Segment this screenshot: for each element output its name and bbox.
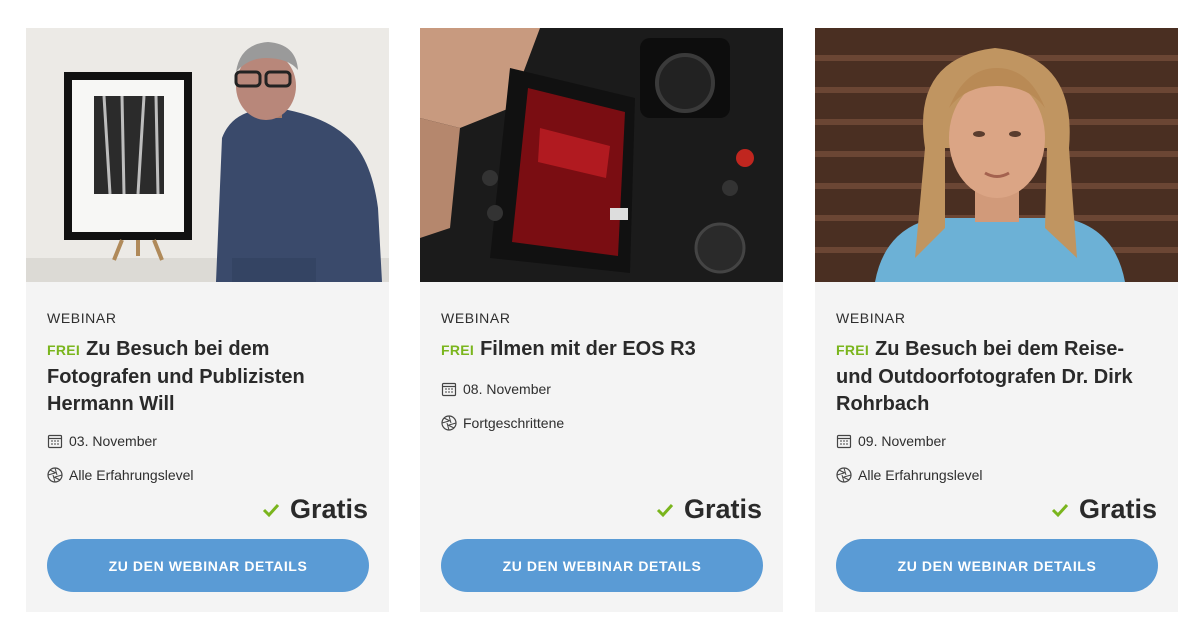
webinar-title-text: Zu Besuch bei dem Reise- und Outdoorfoto…: [836, 338, 1133, 415]
checkmark-icon: [262, 503, 280, 517]
webinar-details-button[interactable]: ZU DEN WEBINAR DETAILS: [836, 539, 1158, 592]
free-badge: FREI: [47, 342, 81, 358]
webinar-price: Gratis: [1051, 494, 1157, 525]
level-text: Alle Erfahrungslevel: [69, 467, 194, 483]
webinar-image[interactable]: [420, 28, 783, 282]
webinar-card[interactable]: WEBINAR FREI Zu Besuch bei dem Fotografen…: [26, 28, 389, 612]
price-text: Gratis: [289, 494, 368, 524]
aperture-icon: [836, 467, 852, 483]
aperture-icon: [441, 415, 457, 431]
webinar-price: Gratis: [656, 494, 762, 525]
date-text: 03. November: [69, 433, 157, 449]
webinar-type-label: WEBINAR: [836, 310, 906, 326]
calendar-icon: [441, 382, 457, 397]
webinar-date: 09. November: [836, 431, 946, 451]
webinar-type-label: WEBINAR: [441, 310, 511, 326]
webinar-details-button[interactable]: ZU DEN WEBINAR DETAILS: [441, 539, 763, 592]
webinar-type-label: WEBINAR: [47, 310, 117, 326]
checkmark-icon: [656, 503, 674, 517]
checkmark-icon: [1051, 503, 1069, 517]
price-text: Gratis: [683, 494, 762, 524]
webinar-level: Alle Erfahrungslevel: [836, 465, 983, 485]
level-text: Fortgeschrittene: [463, 415, 565, 431]
webinar-title-text: Filmen mit der EOS R3: [480, 338, 696, 360]
aperture-icon: [47, 467, 63, 483]
calendar-icon: [836, 434, 852, 449]
webinar-card[interactable]: WEBINAR FREI Zu Besuch bei dem Reise- und…: [815, 28, 1178, 612]
webinar-level: Fortgeschrittene: [441, 413, 564, 433]
webinar-image[interactable]: [815, 28, 1178, 282]
free-badge: FREI: [836, 342, 870, 358]
webinar-image[interactable]: [26, 28, 389, 282]
level-text: Alle Erfahrungslevel: [858, 467, 983, 483]
webinar-date: 03. November: [47, 431, 157, 451]
webinar-title[interactable]: FREI Zu Besuch bei dem Reise- und Outdoor…: [836, 336, 1161, 418]
date-text: 08. November: [463, 381, 551, 397]
webinar-level: Alle Erfahrungslevel: [47, 465, 194, 485]
webinar-title-text: Zu Besuch bei dem Fotografen und Publizi…: [47, 338, 305, 415]
webinar-date: 08. November: [441, 379, 551, 399]
webinar-price: Gratis: [262, 494, 368, 525]
webinar-title[interactable]: FREI Filmen mit der EOS R3: [441, 336, 766, 364]
webinar-details-button[interactable]: ZU DEN WEBINAR DETAILS: [47, 539, 369, 592]
date-text: 09. November: [858, 433, 946, 449]
webinar-card[interactable]: WEBINAR FREI Filmen mit der EOS R3 08. No…: [420, 28, 783, 612]
free-badge: FREI: [441, 342, 475, 358]
price-text: Gratis: [1078, 494, 1157, 524]
calendar-icon: [47, 434, 63, 449]
webinar-title[interactable]: FREI Zu Besuch bei dem Fotografen und Pub…: [47, 336, 372, 418]
